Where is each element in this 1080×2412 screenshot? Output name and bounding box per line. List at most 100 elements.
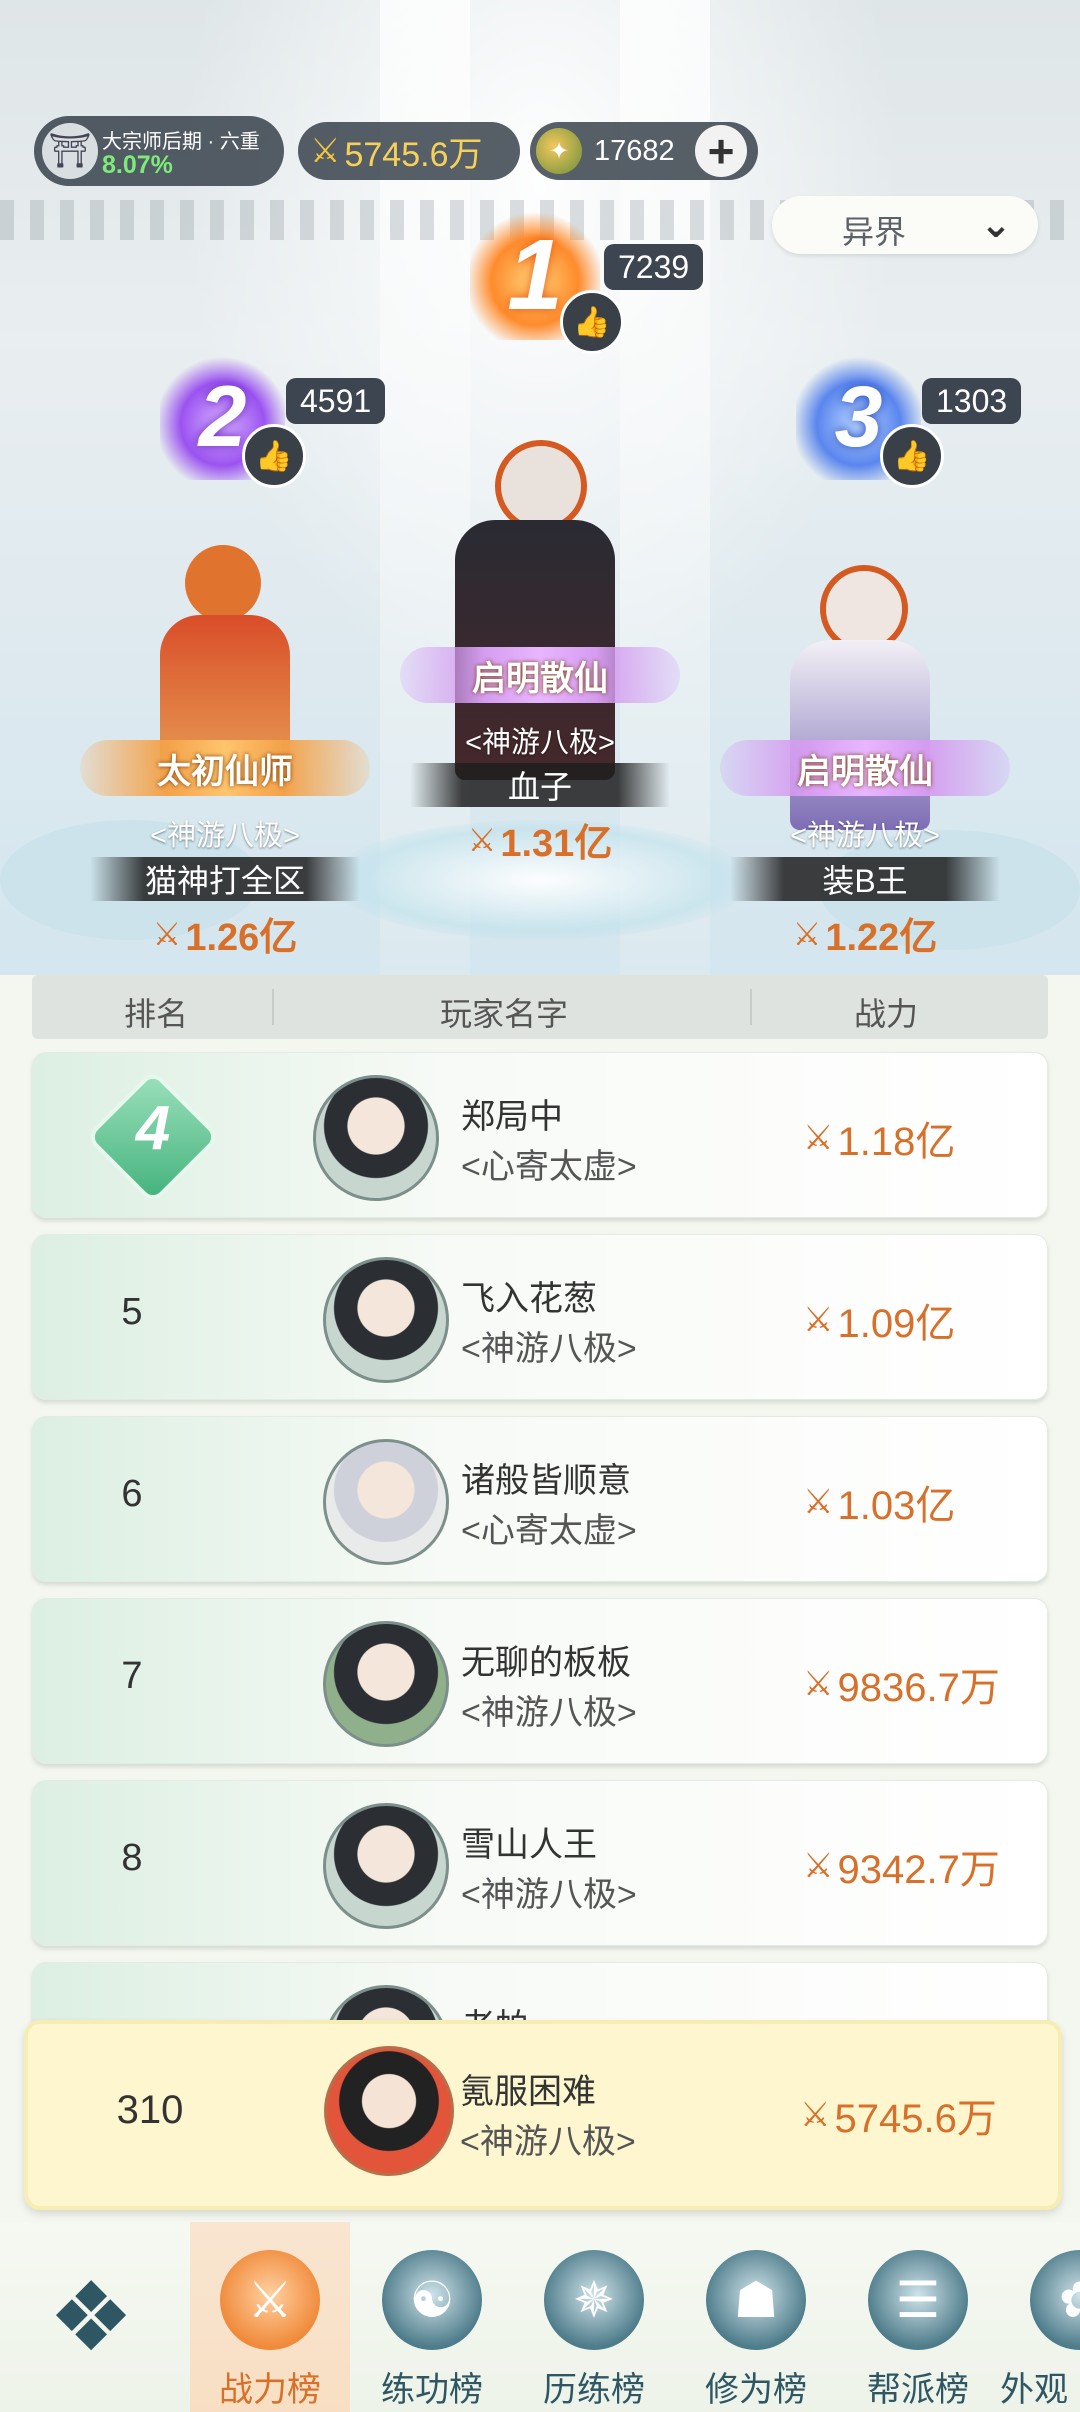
power-third: ⚔ 1.22亿 [730,906,1000,961]
tab-label: 修为榜 [705,2371,807,2409]
power-second: ⚔ 1.26亿 [90,906,360,961]
tab-cultivation-ranking[interactable]: ☗ 修为榜 [676,2222,836,2412]
tab-training-ranking[interactable]: ☯ 练功榜 [352,2222,512,2412]
rank-number: 8 [121,1837,143,1879]
player-name: 诸般皆顺意 [461,1462,631,1500]
player-name: 无聊的板板 [461,1644,631,1682]
world-select-dropdown[interactable]: 异界 ⌄ [772,196,1038,254]
my-ranking-row[interactable]: 310 氪服困难 <神游八极> ⚔ 5745.6万 [24,2020,1062,2210]
bottom-navigation: ❖ ⚔ 战力榜 ☯ 练功榜 ✵ 历练榜 ☗ 修为榜 ☰ 帮派榜 ✿ 外观 [0,2222,1080,2412]
add-jade-button[interactable]: + [695,125,747,177]
player-power-value: 9342.7万 [837,1848,1000,1892]
crossed-swords-icon: ⚔ [310,132,341,170]
cultivator-avatar-icon: ⛩ [42,123,98,179]
ranking-row[interactable]: 5 飞入花葱 <神游八极> ⚔ 1.09亿 [32,1234,1048,1400]
world-select-value: 异界 [842,214,907,250]
rank-number: 4 [135,1094,171,1163]
title-banner-third: 启明散仙 [720,740,1010,796]
header-power: 战力 [854,996,919,1032]
ranking-row[interactable]: 4 郑局中 <心寄太虚> ⚔ 1.18亿 [32,1052,1048,1218]
player-power-value: 1.03亿 [837,1484,956,1528]
player-name-second[interactable]: 猫神打全区 [90,857,360,901]
cultivation-progress: 8.07% [102,151,173,179]
player-power: ⚔ 1.18亿 [803,1109,955,1167]
thumbs-up-icon[interactable]: 👍 [560,290,624,354]
my-player-realm: <神游八极> [460,2123,636,2161]
player-name-third[interactable]: 装B王 [730,857,1000,901]
rank-number: 6 [121,1473,143,1515]
header-rank: 排名 [124,996,189,1032]
player-power: ⚔ 1.03亿 [803,1473,955,1531]
total-power-display: ⚔ 5745.6万 [298,122,520,180]
crossed-swords-icon: ⚔ [803,1665,834,1703]
my-player-name: 氪服困难 [460,2073,596,2111]
player-power: ⚔ 9836.7万 [803,1655,1000,1713]
player-avatar[interactable] [313,1075,439,1201]
hat-icon: ☗ [706,2250,806,2350]
likes-count-first: 7239 [604,244,704,290]
likes-count-second: 4591 [286,378,386,424]
player-name: 郑局中 [461,1098,563,1136]
player-realm: <心寄太虚> [461,1148,637,1186]
player-name: 雪山人王 [461,1826,597,1864]
my-avatar[interactable] [324,2046,454,2176]
likes-count-third: 1303 [922,378,1022,424]
player-power: ⚔ 9342.7万 [803,1837,1000,1895]
shuriken-icon: ✵ [544,2250,644,2350]
player-realm: <心寄太虚> [461,1512,637,1550]
crossed-swords-icon: ⚔ [803,1847,834,1885]
player-power-value: 1.09亿 [837,1302,956,1346]
player-power-value: 9836.7万 [837,1666,1000,1710]
tab-power-ranking[interactable]: ⚔ 战力榜 [190,2222,350,2412]
cultivation-title: 大宗师后期 · 六重 [102,131,260,153]
tab-label: 历练榜 [543,2371,645,2409]
ranking-table-header: 排名 玩家名字 战力 [32,975,1048,1039]
tab-label: 外观 [1000,2371,1068,2409]
realm-third: <神游八极> [790,820,940,852]
jade-coin-icon: ✦ [536,128,582,174]
power-third-value: 1.22亿 [825,917,938,959]
player-avatar[interactable] [323,1439,449,1565]
tab-trial-ranking[interactable]: ✵ 历练榜 [514,2222,674,2412]
player-power-value: 1.18亿 [837,1120,956,1164]
rank-number: 7 [121,1655,143,1697]
tab-guild-ranking[interactable]: ☰ 帮派榜 [838,2222,998,2412]
ranking-row[interactable]: 6 诸般皆顺意 <心寄太虚> ⚔ 1.03亿 [32,1416,1048,1582]
tab-appearance-ranking[interactable]: ✿ 外观 [1000,2222,1080,2412]
crossed-swords-icon: ⚔ [803,1483,834,1521]
player-realm: <神游八极> [461,1330,637,1368]
power-first: ⚔ 1.31亿 [420,812,660,867]
player-realm: <神游八极> [461,1876,637,1914]
crossed-swords-icon: ⚔ [800,2096,831,2134]
player-avatar[interactable] [323,1621,449,1747]
player-avatar[interactable] [323,1257,449,1383]
header-player-name: 玩家名字 [440,996,569,1032]
crossed-swords-icon: ⚔ [792,915,822,952]
ranking-row[interactable]: 8 雪山人王 <神游八极> ⚔ 9342.7万 [32,1780,1048,1946]
my-player-power-value: 5745.6万 [834,2097,997,2141]
realm-second: <神游八极> [150,820,300,852]
player-avatar[interactable] [323,1803,449,1929]
ranking-row[interactable]: 7 无聊的板板 <神游八极> ⚔ 9836.7万 [32,1598,1048,1764]
crossed-swords-icon: ⚔ [467,821,497,858]
chevron-down-icon: ⌄ [980,204,1012,246]
player-name-first[interactable]: 血子 [410,763,670,807]
my-player-power: ⚔ 5745.6万 [800,2086,997,2144]
crossed-swords-icon: ⚔ [152,915,182,952]
cultivation-level-badge[interactable]: ⛩ 大宗师后期 · 六重 8.07% [34,116,284,186]
total-power-value: 5745.6万 [344,135,483,174]
player-power: ⚔ 1.09亿 [803,1291,955,1349]
player-realm: <神游八极> [461,1694,637,1732]
crossed-swords-icon: ⚔ [220,2250,320,2350]
power-second-value: 1.26亿 [185,917,298,959]
diamond-menu-icon[interactable]: ❖ [36,2262,146,2372]
thumbs-up-icon[interactable]: 👍 [880,424,944,488]
rank-number: 5 [121,1291,143,1333]
crossed-swords-icon: ⚔ [803,1119,834,1157]
costume-icon: ✿ [1030,2250,1080,2350]
realm-first: <神游八极> [465,727,615,759]
title-banner-first: 启明散仙 [400,647,680,703]
thumbs-up-icon[interactable]: 👍 [242,424,306,488]
yin-yang-icon: ☯ [382,2250,482,2350]
tab-label: 帮派榜 [867,2371,969,2409]
